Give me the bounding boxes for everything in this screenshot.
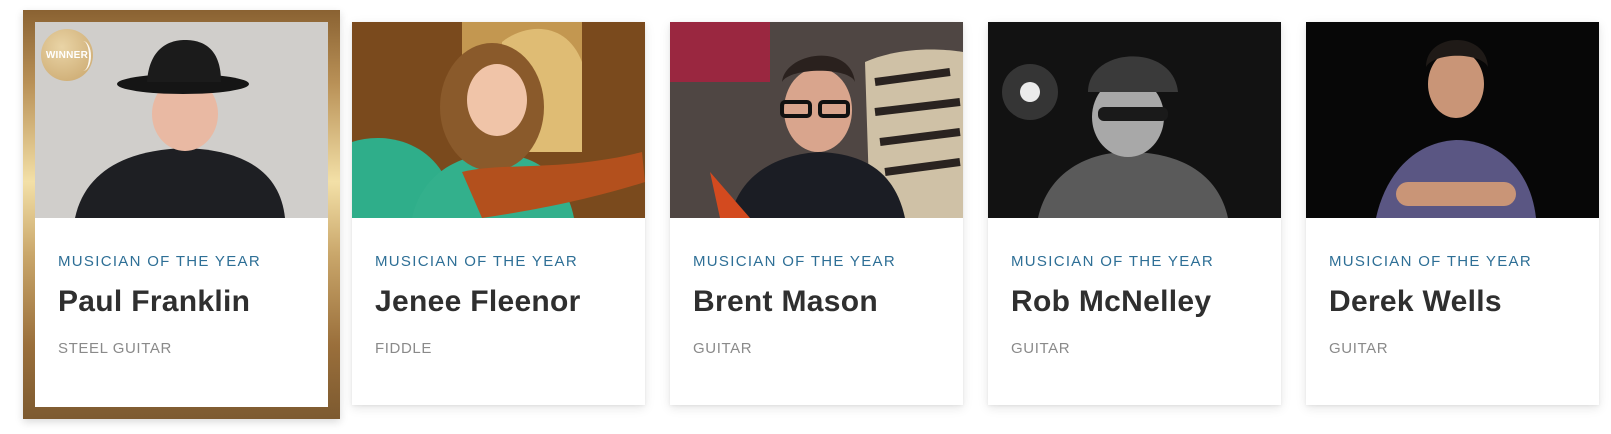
nominee-category: MUSICIAN OF THE YEAR — [58, 253, 261, 270]
nominee-name[interactable]: Jenee Fleenor — [375, 285, 581, 319]
nominee-photo[interactable] — [670, 22, 963, 218]
nominee-category: MUSICIAN OF THE YEAR — [375, 253, 578, 270]
nominee-instrument: GUITAR — [1011, 340, 1071, 357]
nominee-photo[interactable] — [988, 22, 1281, 218]
nominee-instrument: GUITAR — [693, 340, 753, 357]
nominee-card-brent-mason[interactable]: MUSICIAN OF THE YEAR Brent Mason GUITAR — [670, 22, 963, 405]
nominee-category: MUSICIAN OF THE YEAR — [1329, 253, 1532, 270]
nominee-card-jenee-fleenor[interactable]: MUSICIAN OF THE YEAR Jenee Fleenor FIDDL… — [352, 22, 645, 405]
nominee-name[interactable]: Derek Wells — [1329, 285, 1502, 319]
nominee-name[interactable]: Paul Franklin — [58, 285, 250, 319]
nominee-instrument: GUITAR — [1329, 340, 1389, 357]
winner-frame: WINNER MUSICIAN OF THE YEAR Paul Frankli… — [23, 10, 340, 419]
nominee-card-derek-wells[interactable]: MUSICIAN OF THE YEAR Derek Wells GUITAR — [1306, 22, 1599, 405]
nominee-photo[interactable] — [352, 22, 645, 218]
nominee-instrument: FIDDLE — [375, 340, 432, 357]
nominee-instrument: STEEL GUITAR — [58, 340, 172, 357]
winner-badge: WINNER — [41, 29, 93, 81]
nominee-card-paul-franklin[interactable]: WINNER MUSICIAN OF THE YEAR Paul Frankli… — [35, 22, 328, 407]
nominee-name[interactable]: Rob McNelley — [1011, 285, 1211, 319]
nominee-category: MUSICIAN OF THE YEAR — [1011, 253, 1214, 270]
nominee-category: MUSICIAN OF THE YEAR — [693, 253, 896, 270]
nominee-photo[interactable] — [1306, 22, 1599, 218]
nominee-card-rob-mcnelley[interactable]: MUSICIAN OF THE YEAR Rob McNelley GUITAR — [988, 22, 1281, 405]
nominee-name[interactable]: Brent Mason — [693, 285, 878, 319]
